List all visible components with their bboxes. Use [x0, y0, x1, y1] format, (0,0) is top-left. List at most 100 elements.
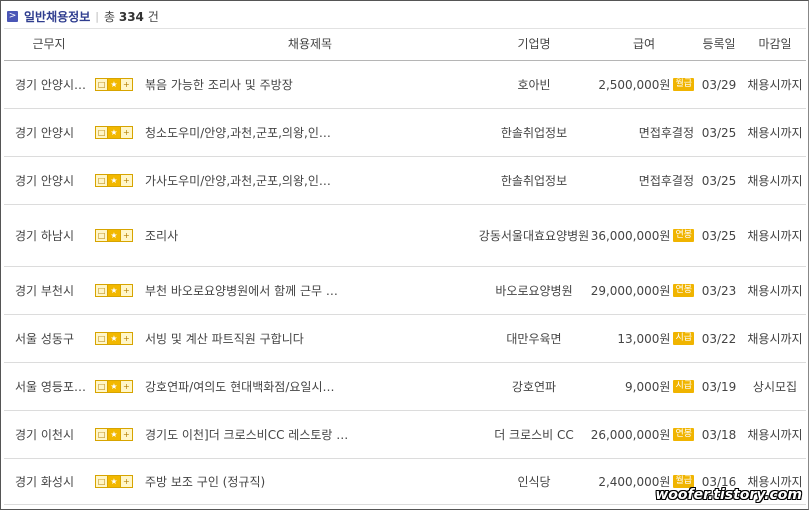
table-row: 경기 부천시 부천 바오로요양병원에서 함께 근무 … 바오로요양병원 03/23 채용…: [4, 267, 806, 315]
star-icon: ★: [108, 429, 121, 440]
posted-date: 03/23: [701, 283, 737, 298]
column-header-title[interactable]: 채용제목: [145, 29, 475, 60]
premium-badge-icon: □ ★ +: [95, 174, 133, 187]
count-prefix: 총: [103, 9, 116, 24]
plus-icon: +: [122, 231, 130, 240]
salary: 29,000,000원 연봉: [591, 267, 694, 314]
star-icon: ★: [108, 79, 121, 90]
column-header-location[interactable]: 근무지: [4, 29, 94, 60]
star-icon: ★: [108, 127, 121, 138]
job-title-link[interactable]: 볶음 가능한 조리사 및 주방장: [145, 61, 475, 108]
company-name-link[interactable]: 한솔취업정보: [474, 109, 594, 156]
service-icons: □ ★ +: [95, 109, 135, 156]
table-row: 경기 안양시 청소도우미/안양,과천,군포,의왕,인… 한솔취업정보 03/25 채용시…: [4, 109, 806, 157]
company-name-link[interactable]: 강동서울대효요양병원: [474, 205, 594, 266]
premium-badge-icon: □ ★ +: [95, 78, 133, 91]
box-icon: □: [96, 79, 109, 90]
column-header-deadline[interactable]: 마감일: [744, 29, 806, 60]
box-icon: □: [96, 175, 109, 186]
company-name-link[interactable]: 인식당: [474, 459, 594, 504]
row-location: 경기 하남시: [15, 229, 75, 243]
posted-date: 03/25: [701, 228, 737, 243]
posted-date: 03/19: [701, 379, 737, 394]
premium-badge-icon: □ ★ +: [95, 428, 133, 441]
salary: 26,000,000원 연봉: [590, 411, 694, 458]
row-location: 서울 영등포…: [15, 380, 87, 394]
deadline: 채용시까지: [747, 284, 803, 298]
salary-amount: 13,000원: [617, 332, 671, 346]
job-title-link[interactable]: 경기도 이천]더 크로스비CC 레스토랑 …: [145, 411, 475, 458]
section-bullet-icon: >: [7, 10, 18, 22]
premium-badge-icon: □ ★ +: [95, 229, 133, 242]
row-location: 경기 화성시: [15, 475, 75, 489]
salary: 2,500,000원 월급: [594, 61, 694, 108]
row-location: 경기 이천시: [15, 428, 75, 442]
box-icon: □: [96, 285, 109, 296]
salary: 36,000,000원 연봉: [590, 205, 694, 266]
star-icon: ★: [108, 285, 121, 296]
box-icon: □: [96, 429, 109, 440]
row-location: 경기 안양시…: [15, 78, 87, 92]
deadline: 채용시까지: [747, 332, 803, 346]
company-name-link[interactable]: 더 크로스비 CC: [474, 411, 594, 458]
star-icon: ★: [108, 381, 121, 392]
service-icons: □ ★ +: [95, 61, 135, 108]
salary-amount: 면접후결정: [638, 126, 694, 140]
watermark: woofer.tistory.com: [655, 487, 802, 503]
salary-type-badge: 시급: [673, 332, 694, 345]
posted-date: 03/25: [701, 125, 737, 140]
row-location: 경기 부천시: [15, 284, 75, 298]
premium-badge-icon: □ ★ +: [95, 332, 133, 345]
premium-badge-icon: □ ★ +: [95, 475, 133, 488]
posted-date: 03/29: [701, 77, 737, 92]
posted-date: 03/18: [701, 427, 737, 442]
job-title-link[interactable]: 조리사: [145, 205, 475, 266]
table-row: 경기 안양시… 볶음 가능한 조리사 및 주방장 호아빈 03/29 채용시까지 □ ★ + 2…: [4, 61, 806, 109]
salary-amount: 면접후결정: [638, 174, 694, 188]
column-header-company[interactable]: 기업명: [474, 29, 594, 60]
salary: 13,000원 시급: [594, 315, 694, 362]
premium-badge-icon: □ ★ +: [95, 126, 133, 139]
company-name-link[interactable]: 강호연파: [474, 363, 594, 410]
job-title-link[interactable]: 주방 보조 구인 (정규직): [145, 459, 475, 504]
list-header: > 일반채용정보 | 총 334 건: [4, 4, 806, 29]
plus-icon: +: [122, 128, 130, 137]
company-name-link[interactable]: 호아빈: [474, 61, 594, 108]
service-icons: □ ★ +: [95, 267, 135, 314]
salary: 면접후결정: [594, 157, 694, 204]
company-name-link[interactable]: 바오로요양병원: [474, 267, 594, 314]
table-row: 경기 안양시 가사도우미/안양,과천,군포,의왕,인… 한솔취업정보 03/25 채용시…: [4, 157, 806, 205]
job-title-link[interactable]: 가사도우미/안양,과천,군포,의왕,인…: [145, 157, 475, 204]
company-name-link[interactable]: 한솔취업정보: [474, 157, 594, 204]
service-icons: □ ★ +: [95, 157, 135, 204]
salary-type-badge: 연봉: [673, 284, 694, 297]
deadline: 채용시까지: [747, 78, 803, 92]
column-header-posted[interactable]: 등록일: [694, 29, 744, 60]
company-name-link[interactable]: 대만우육면: [474, 315, 594, 362]
salary-amount: 26,000,000원: [590, 428, 671, 442]
header-separator: |: [95, 9, 99, 23]
salary-amount: 36,000,000원: [590, 229, 671, 243]
total-count: 총 334 건: [104, 8, 159, 25]
plus-icon: +: [122, 430, 130, 439]
count-suffix: 건: [147, 9, 159, 24]
premium-badge-icon: □ ★ +: [95, 380, 133, 393]
salary-type-badge: 연봉: [673, 229, 694, 242]
table-row: 경기 하남시 조리사 강동서울대효요양병원 03/25 채용시까지 □ ★ +36,000,0…: [4, 205, 806, 267]
plus-icon: +: [122, 334, 130, 343]
table-header: 근무지 채용제목 기업명 급여 등록일 마감일: [4, 29, 806, 61]
salary-type-badge: 시급: [673, 380, 694, 393]
star-icon: ★: [108, 175, 121, 186]
job-title-link[interactable]: 부천 바오로요양병원에서 함께 근무 …: [145, 267, 475, 314]
job-title-link[interactable]: 청소도우미/안양,과천,군포,의왕,인…: [145, 109, 475, 156]
deadline: 채용시까지: [747, 174, 803, 188]
service-icons: □ ★ +: [95, 205, 135, 266]
section-title: 일반채용정보: [24, 9, 91, 24]
job-title-link[interactable]: 서빙 및 계산 파트직원 구합니다: [145, 315, 475, 362]
salary-type-badge: 월급: [673, 78, 694, 91]
row-location: 경기 안양시: [15, 126, 75, 140]
row-location: 서울 성동구: [15, 332, 75, 346]
plus-icon: +: [122, 382, 130, 391]
column-header-pay[interactable]: 급여: [594, 29, 694, 60]
job-title-link[interactable]: 강호연파/여의도 현대백화점/요일시…: [145, 363, 475, 410]
